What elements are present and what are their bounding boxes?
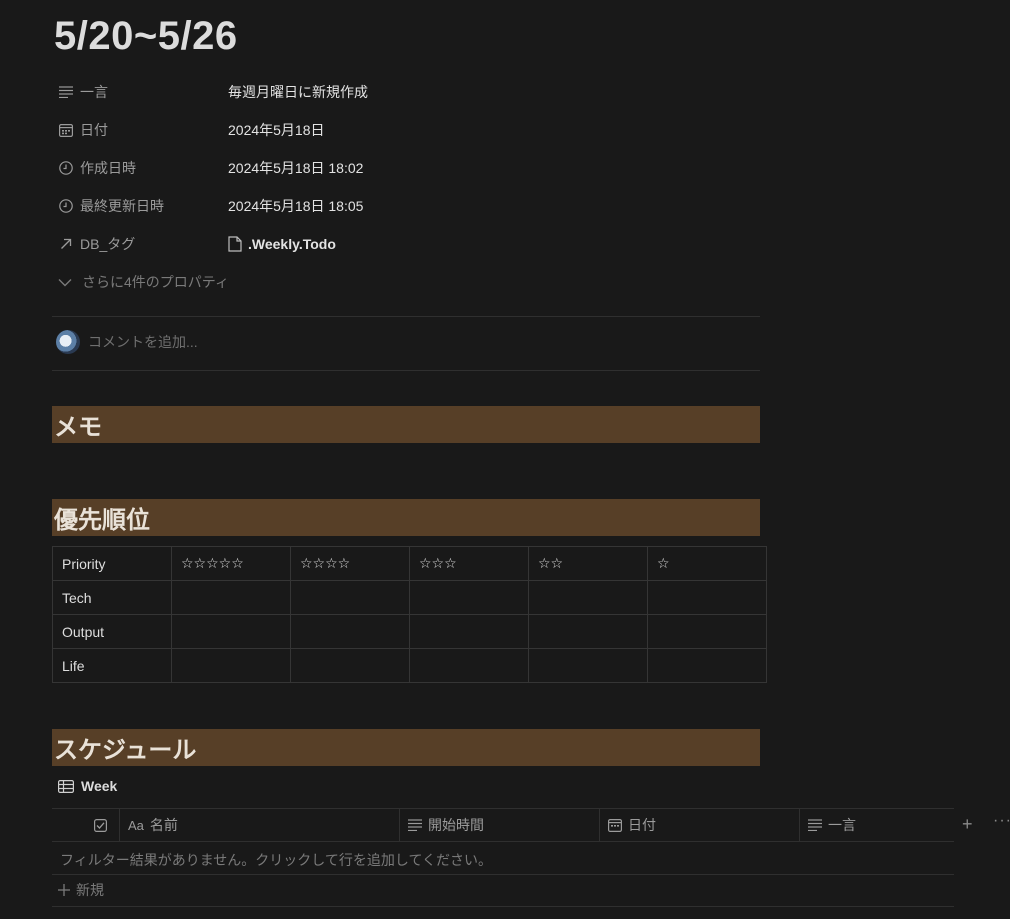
db-view-tab-week[interactable]: Week — [58, 778, 117, 794]
db-header-row: Aa 名前 開始時間 日付 一言 — [52, 808, 954, 842]
db-column-date[interactable]: 日付 — [600, 809, 800, 841]
table-cell[interactable] — [528, 614, 648, 649]
db-column-label: 一言 — [828, 817, 856, 833]
table-cell[interactable] — [290, 614, 410, 649]
table-cell[interactable]: ☆☆☆☆ — [290, 546, 410, 581]
property-key: DB_タグ — [80, 236, 136, 252]
text-lines-icon — [58, 84, 74, 100]
table-cell[interactable] — [647, 648, 767, 683]
table-cell[interactable] — [409, 614, 529, 649]
table-cell[interactable] — [171, 580, 291, 615]
table-cell[interactable] — [647, 580, 767, 615]
property-row-date[interactable]: 日付 2024年5月18日 — [52, 112, 760, 148]
table-cell[interactable]: ☆ — [647, 546, 767, 581]
heading-priority[interactable]: 優先順位 — [52, 499, 760, 536]
property-key: 最終更新日時 — [80, 198, 164, 214]
comment-box[interactable]: コメントを追加... — [56, 330, 198, 354]
property-value: 2024年5月18日 18:05 — [228, 198, 364, 214]
table-row: Life — [52, 648, 767, 683]
property-key: 作成日時 — [80, 160, 136, 176]
page-title[interactable]: 5/20~5/26 — [54, 14, 238, 59]
property-row-db-tag[interactable]: DB_タグ .Weekly.Todo — [52, 226, 760, 262]
table-cell[interactable]: Output — [52, 614, 172, 649]
table-cell[interactable] — [171, 648, 291, 683]
divider — [52, 874, 954, 875]
table-cell[interactable] — [409, 648, 529, 683]
page-icon — [228, 236, 242, 252]
property-row-created[interactable]: 作成日時 2024年5月18日 18:02 — [52, 150, 760, 186]
db-column-label: 日付 — [628, 817, 656, 833]
table-cell[interactable]: Tech — [52, 580, 172, 615]
table-cell[interactable]: Life — [52, 648, 172, 683]
calendar-icon — [58, 122, 74, 138]
title-aa-icon: Aa — [128, 817, 144, 833]
table-cell[interactable]: ☆☆ — [528, 546, 648, 581]
property-row-hitokoto[interactable]: 一言 毎週月曜日に新規作成 — [52, 74, 760, 110]
more-options-button[interactable]: ··· — [993, 812, 1010, 830]
more-properties-toggle[interactable]: さらに4件のプロパティ — [58, 272, 229, 292]
table-row: Output — [52, 614, 767, 649]
priority-table: Priority ☆☆☆☆☆ ☆☆☆☆ ☆☆☆ ☆☆ ☆ Tech Output… — [52, 546, 767, 683]
divider — [52, 316, 760, 317]
db-view-label: Week — [81, 778, 118, 794]
property-value[interactable]: 毎週月曜日に新規作成 — [228, 82, 368, 102]
db-column-start-time[interactable]: 開始時間 — [400, 809, 600, 841]
text-lines-icon — [408, 819, 422, 831]
new-row-button[interactable]: 新規 — [58, 880, 104, 900]
property-value[interactable]: 2024年5月18日 — [228, 120, 325, 140]
text-lines-icon — [808, 819, 822, 831]
table-view-icon — [58, 779, 74, 793]
relation-arrow-icon — [58, 236, 74, 252]
heading-schedule[interactable]: スケジュール — [52, 729, 760, 766]
calendar-icon — [608, 818, 622, 832]
clock-icon — [58, 198, 74, 214]
table-cell[interactable] — [528, 648, 648, 683]
avatar — [56, 330, 80, 354]
db-column-name[interactable]: Aa 名前 — [120, 809, 400, 841]
table-row: Tech — [52, 580, 767, 615]
db-column-hitokoto[interactable]: 一言 — [800, 809, 954, 841]
add-column-button[interactable]: + — [962, 814, 973, 835]
new-row-label: 新規 — [76, 882, 104, 898]
table-cell[interactable]: Priority — [52, 546, 172, 581]
comment-input[interactable]: コメントを追加... — [88, 332, 198, 352]
table-cell[interactable] — [290, 580, 410, 615]
table-cell[interactable]: ☆☆☆☆☆ — [171, 546, 291, 581]
property-value: 2024年5月18日 18:02 — [228, 160, 364, 176]
relation-link[interactable]: .Weekly.Todo — [248, 236, 336, 252]
table-cell[interactable] — [409, 580, 529, 615]
table-cell[interactable]: ☆☆☆ — [409, 546, 529, 581]
property-row-updated[interactable]: 最終更新日時 2024年5月18日 18:05 — [52, 188, 760, 224]
chevron-down-icon — [58, 278, 72, 287]
checkbox-icon — [94, 818, 107, 832]
db-column-checkbox[interactable] — [52, 809, 120, 841]
db-column-label: 開始時間 — [428, 817, 484, 833]
table-cell[interactable] — [647, 614, 767, 649]
empty-filter-message[interactable]: フィルター結果がありません。クリックして行を追加してください。 — [60, 850, 492, 870]
divider — [52, 370, 760, 371]
heading-memo[interactable]: メモ — [52, 406, 760, 443]
property-key: 日付 — [80, 122, 108, 138]
more-properties-label: さらに4件のプロパティ — [82, 274, 229, 290]
table-cell[interactable] — [171, 614, 291, 649]
table-cell[interactable] — [528, 580, 648, 615]
property-key: 一言 — [80, 84, 108, 100]
table-row: Priority ☆☆☆☆☆ ☆☆☆☆ ☆☆☆ ☆☆ ☆ — [52, 546, 767, 581]
db-column-label: 名前 — [149, 817, 178, 833]
divider — [52, 906, 954, 907]
clock-icon — [58, 160, 74, 176]
plus-icon — [58, 884, 70, 896]
table-cell[interactable] — [290, 648, 410, 683]
